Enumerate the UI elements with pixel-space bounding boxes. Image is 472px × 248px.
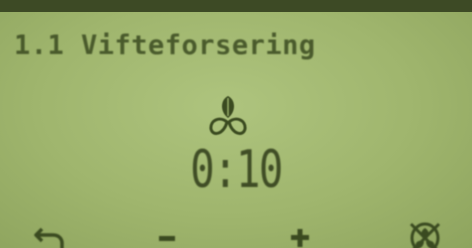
fan-icon: [206, 82, 250, 142]
increase-button[interactable]: [280, 220, 320, 248]
menu-title: 1.1 Vifteforsering: [14, 30, 316, 61]
back-arrow-icon: [34, 227, 64, 248]
crossed-fan-icon: [409, 222, 441, 248]
countdown-timer: 0:10: [190, 140, 283, 200]
lcd-display: 1.1 Vifteforsering 0:10: [0, 12, 472, 248]
decrease-button[interactable]: [148, 220, 188, 248]
stop-ventilation-button[interactable]: [400, 220, 450, 248]
plus-icon: [291, 229, 309, 247]
back-button[interactable]: [28, 220, 72, 248]
minus-icon: [159, 236, 175, 241]
